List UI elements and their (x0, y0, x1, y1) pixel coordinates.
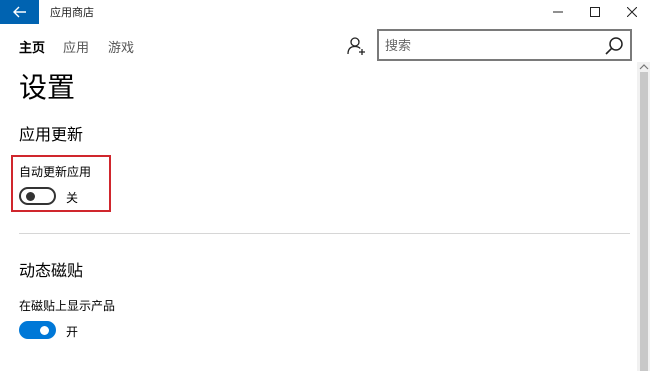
tab-home[interactable]: 主页 (19, 37, 45, 56)
tab-games[interactable]: 游戏 (108, 37, 134, 56)
search-box (377, 29, 632, 61)
maximize-icon (589, 7, 600, 17)
section-title-app-updates: 应用更新 (19, 125, 84, 144)
search-input[interactable] (385, 37, 595, 55)
section-title-live-tiles: 动态磁贴 (19, 261, 84, 280)
divider (19, 233, 630, 234)
user-add-icon (347, 37, 365, 55)
toggle-knob (26, 192, 35, 201)
minimize-icon (552, 11, 563, 13)
title-bar: 应用商店 (0, 0, 650, 24)
auto-update-toggle[interactable] (19, 187, 56, 205)
close-icon (626, 7, 637, 17)
user-button[interactable] (344, 33, 370, 59)
show-on-tile-toggle-state: 开 (66, 325, 79, 339)
back-button[interactable] (0, 0, 39, 24)
auto-update-label: 自动更新应用 (19, 165, 92, 179)
scrollbar-thumb[interactable] (640, 72, 648, 371)
tab-apps[interactable]: 应用 (63, 37, 89, 56)
show-on-tile-toggle[interactable] (19, 321, 56, 339)
toggle-knob (40, 326, 49, 335)
maximize-button[interactable] (576, 0, 613, 24)
page-title: 设置 (19, 71, 76, 104)
search-icon[interactable] (603, 35, 625, 57)
window-title: 应用商店 (50, 6, 94, 19)
show-on-tile-label: 在磁贴上显示产品 (19, 299, 116, 313)
back-arrow-icon (12, 6, 26, 18)
scroll-up-arrow-icon[interactable] (639, 62, 649, 71)
minimize-button[interactable] (539, 0, 576, 24)
close-button[interactable] (613, 0, 650, 24)
auto-update-toggle-state: 关 (66, 191, 79, 205)
